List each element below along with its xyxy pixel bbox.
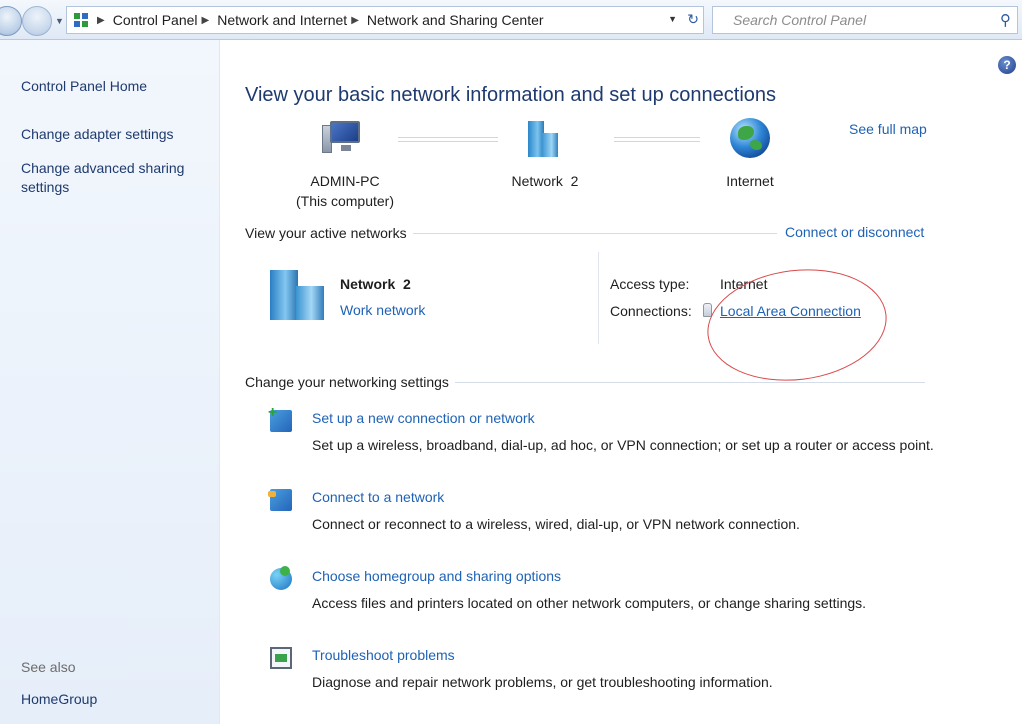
search-input[interactable]: Search Control Panel ⚲: [712, 6, 1018, 34]
homegroup-link[interactable]: HomeGroup: [21, 690, 97, 709]
troubleshoot-icon: [270, 647, 292, 669]
network-building: [296, 286, 324, 320]
connection-line: [614, 137, 700, 142]
search-placeholder: Search Control Panel: [733, 12, 867, 28]
computer-sub-label: (This computer): [295, 193, 395, 209]
connections-label: Connections:: [610, 303, 692, 319]
see-also-heading: See also: [21, 659, 76, 675]
computer-name: ADMIN-PC: [310, 173, 380, 189]
connect-network-icon: [268, 489, 292, 511]
globe-icon[interactable]: [730, 118, 770, 158]
left-pane: Control Panel Home Change adapter settin…: [0, 40, 220, 724]
homegroup-icon: [270, 566, 292, 590]
map-node-network-label: Network 2: [511, 173, 579, 189]
chevron-right-icon[interactable]: ▶: [97, 15, 105, 26]
search-icon[interactable]: ⚲: [1000, 11, 1011, 29]
connection-line: [398, 137, 498, 142]
breadcrumb-network-sharing-center[interactable]: Network and Sharing Center: [367, 12, 544, 28]
new-connection-icon: [268, 404, 292, 432]
chevron-down-icon[interactable]: ▼: [668, 14, 677, 24]
troubleshoot-description: Diagnose and repair network problems, or…: [312, 674, 773, 690]
see-full-map-link[interactable]: See full map: [849, 121, 927, 137]
access-type-label: Access type:: [610, 276, 690, 292]
divider: [454, 381, 925, 383]
breadcrumb[interactable]: ▶ Control Panel ▶ Network and Internet ▶…: [66, 6, 704, 34]
new-connection-description: Set up a wireless, broadband, dial-up, a…: [312, 437, 934, 453]
network-building: [542, 133, 558, 157]
active-network-icon: [270, 266, 324, 320]
chevron-right-icon[interactable]: ▶: [351, 15, 359, 26]
computer-icon[interactable]: [322, 119, 364, 159]
breadcrumb-network-and-internet[interactable]: Network and Internet: [217, 12, 347, 28]
change-settings-title: Change your networking settings: [245, 374, 449, 390]
help-icon[interactable]: ?: [998, 56, 1016, 74]
forward-button[interactable]: [22, 6, 52, 36]
monitor-stand: [341, 145, 351, 151]
divider: [412, 232, 777, 234]
new-connection-link[interactable]: Set up a new connection or network: [312, 410, 535, 426]
page-title: View your basic network information and …: [245, 84, 777, 106]
troubleshoot-link[interactable]: Troubleshoot problems: [312, 647, 455, 663]
homegroup-sharing-description: Access files and printers located on oth…: [312, 595, 867, 611]
change-advanced-sharing-link[interactable]: Change advanced sharing settings: [21, 159, 206, 197]
connect-or-disconnect-link[interactable]: Connect or disconnect: [785, 224, 924, 240]
map-node-computer-label: ADMIN-PC (This computer): [290, 171, 400, 211]
back-button[interactable]: [0, 6, 22, 36]
breadcrumb-control-panel[interactable]: Control Panel: [113, 12, 198, 28]
active-networks-title: View your active networks: [245, 225, 407, 241]
network-building: [270, 270, 298, 320]
homegroup-sharing-link[interactable]: Choose homegroup and sharing options: [312, 568, 561, 584]
connect-network-description: Connect or reconnect to a wireless, wire…: [312, 516, 800, 532]
divider: [598, 252, 599, 344]
recent-pages-dropdown-icon[interactable]: ▼: [55, 16, 64, 26]
refresh-icon[interactable]: ↻: [687, 11, 699, 28]
network-icon[interactable]: [524, 121, 560, 157]
control-panel-icon: [73, 12, 89, 28]
connect-network-link[interactable]: Connect to a network: [312, 489, 444, 505]
chevron-right-icon[interactable]: ▶: [202, 15, 210, 26]
computer-monitor: [330, 121, 360, 143]
map-node-internet-label: Internet: [726, 173, 774, 189]
active-network-name: Network 2: [340, 276, 411, 292]
change-adapter-settings-link[interactable]: Change adapter settings: [21, 125, 174, 144]
control-panel-home-link[interactable]: Control Panel Home: [21, 77, 147, 96]
change-settings-heading: Change your networking settings: [245, 374, 925, 390]
network-type-link[interactable]: Work network: [340, 302, 425, 318]
address-bar: ▼ ▶ Control Panel ▶ Network and Internet…: [0, 0, 1022, 40]
